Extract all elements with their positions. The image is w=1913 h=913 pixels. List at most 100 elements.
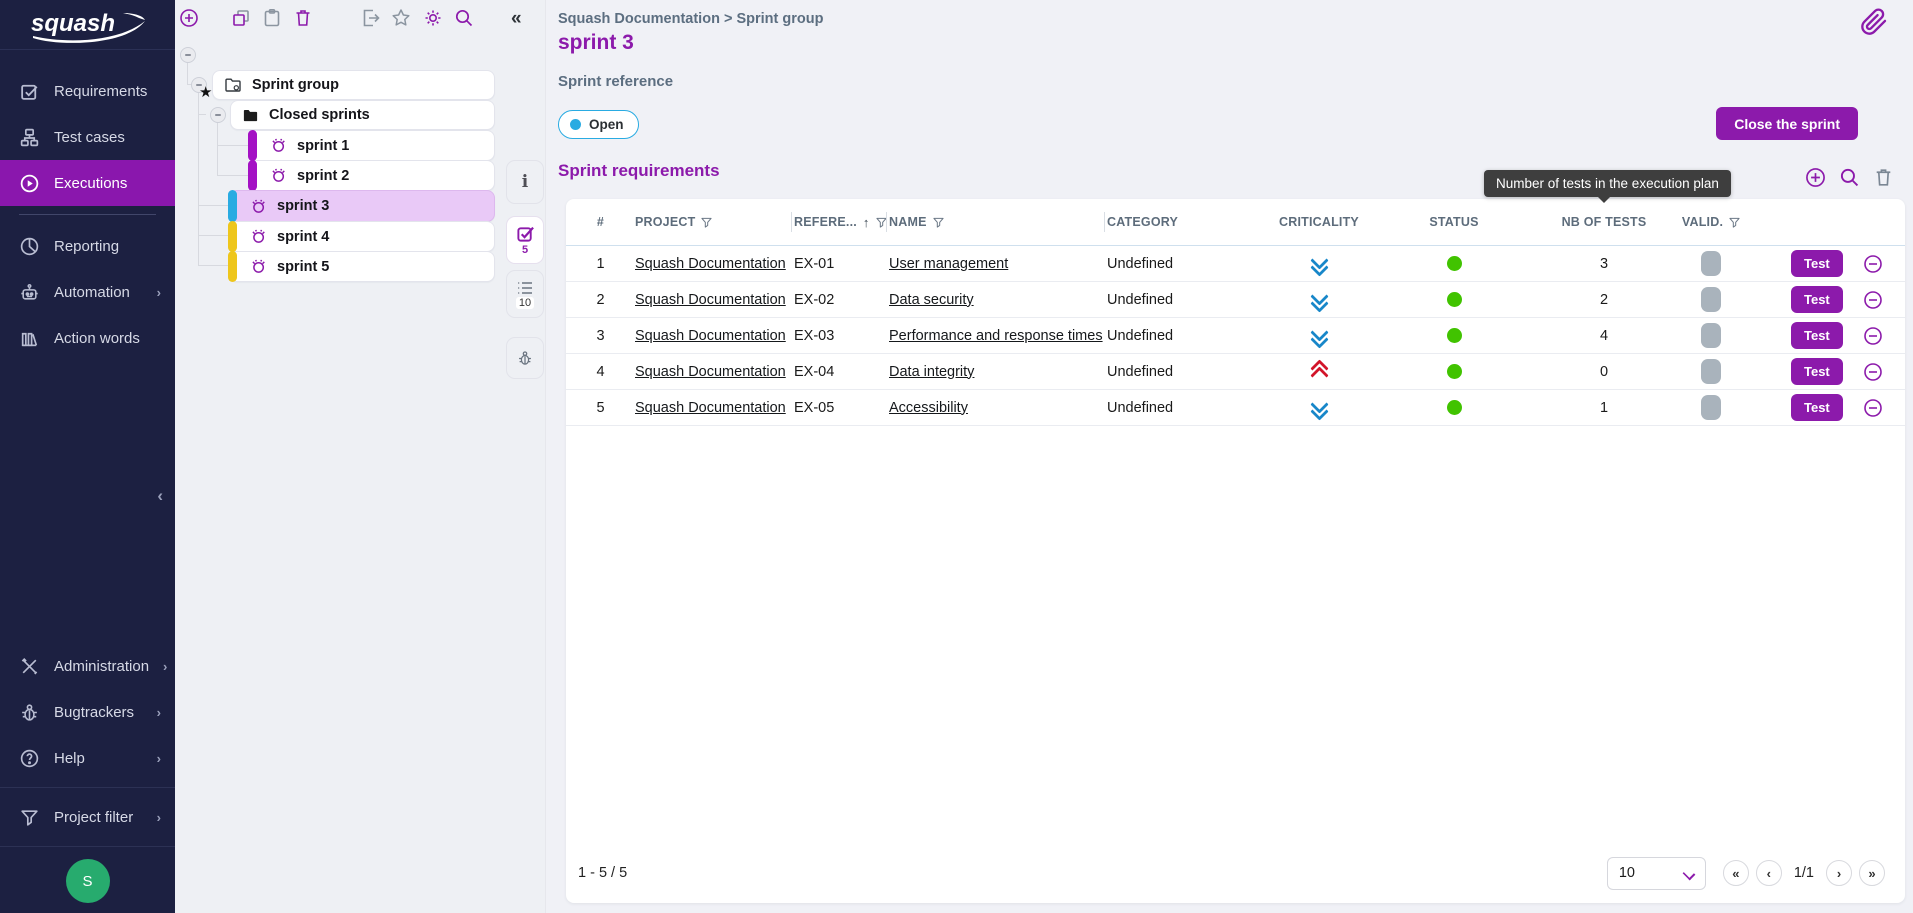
tab-attachments-list[interactable]: 10 (506, 270, 544, 318)
table-row[interactable]: 2 Squash Documentation EX-02 Data securi… (566, 282, 1905, 318)
table-row[interactable]: 4 Squash Documentation EX-04 Data integr… (566, 354, 1905, 390)
delete-icon[interactable] (1872, 166, 1895, 189)
requirement-link[interactable]: Data security (889, 292, 974, 308)
collapse-toggle[interactable] (180, 47, 196, 63)
sort-ascending-icon[interactable]: ↑ (863, 215, 870, 230)
tab-information[interactable]: i (506, 160, 544, 204)
sidebar-item-project-filter[interactable]: Project filter › (0, 794, 175, 840)
test-button[interactable]: Test (1791, 394, 1843, 421)
project-link[interactable]: Squash Documentation (635, 292, 786, 308)
remove-from-plan-icon[interactable] (1862, 253, 1884, 275)
import-export-icon[interactable] (360, 7, 382, 29)
remove-from-plan-icon[interactable] (1862, 397, 1884, 419)
tree-item-sprint-5[interactable]: sprint 5 (229, 251, 495, 282)
column-header-category[interactable]: CATEGORY (1107, 199, 1262, 245)
filter-funnel-icon[interactable] (933, 217, 944, 228)
requirement-link[interactable]: Performance and response times (889, 328, 1103, 344)
next-page-button[interactable]: › (1826, 860, 1852, 886)
project-link[interactable]: Squash Documentation (635, 256, 786, 272)
sidebar-item-action-words[interactable]: Action words (0, 315, 175, 361)
squash-logo[interactable]: squash (0, 0, 175, 50)
sidebar-item-label: Requirements (54, 83, 147, 100)
previous-page-button[interactable]: ‹ (1756, 860, 1782, 886)
status-dot (1447, 292, 1462, 307)
project-link[interactable]: Squash Documentation (635, 364, 786, 380)
sidebar-item-label: Automation (54, 284, 130, 301)
column-header-num[interactable]: # (566, 199, 635, 245)
tree-item-label: sprint 3 (277, 198, 329, 214)
last-page-button[interactable]: » (1859, 860, 1885, 886)
requirements-icon (19, 81, 40, 102)
collapse-panel-icon[interactable]: « (511, 8, 522, 30)
filter-funnel-icon[interactable] (1729, 217, 1740, 228)
sidebar-item-requirements[interactable]: Requirements (0, 68, 175, 114)
search-icon[interactable] (453, 7, 475, 29)
test-button[interactable]: Test (1791, 322, 1843, 349)
row-number: 2 (566, 282, 635, 317)
page-size-select[interactable]: 10 (1607, 857, 1706, 890)
table-row[interactable]: 3 Squash Documentation EX-03 Performance… (566, 318, 1905, 354)
tree-connector (217, 175, 248, 176)
new-item-icon[interactable] (178, 7, 200, 29)
settings-gear-icon[interactable] (422, 7, 444, 29)
favorite-star-icon[interactable] (390, 7, 412, 29)
tree-item-sprint-3[interactable]: sprint 3 (229, 190, 495, 222)
tree-item-sprint-1[interactable]: sprint 1 (249, 130, 495, 161)
folder-icon (242, 107, 259, 124)
column-header-valid[interactable]: VALID. (1676, 199, 1746, 245)
tree-item-closed-sprints[interactable]: Closed sprints (230, 100, 495, 130)
sidebar-item-label: Bugtrackers (54, 704, 134, 721)
project-link[interactable]: Squash Documentation (635, 328, 786, 344)
collapse-toggle[interactable] (210, 107, 226, 123)
column-header-reference[interactable]: REFERE... ↑ (794, 199, 889, 245)
tree-item-sprint-2[interactable]: sprint 2 (249, 160, 495, 191)
sidebar-item-reporting[interactable]: Reporting (0, 223, 175, 269)
tree-item-sprint-group[interactable]: Sprint group (212, 70, 495, 100)
copy-icon[interactable] (230, 7, 252, 29)
column-header-criticality[interactable]: CRITICALITY (1262, 199, 1376, 245)
sprint-reference-label: Sprint reference (558, 73, 673, 90)
sidebar-item-help[interactable]: Help › (0, 735, 175, 781)
checklist-icon (516, 224, 535, 243)
column-header-project[interactable]: PROJECT (635, 199, 794, 245)
sidebar-item-administration[interactable]: Administration › (0, 643, 175, 689)
requirement-link[interactable]: User management (889, 256, 1008, 272)
search-icon[interactable] (1838, 166, 1861, 189)
column-header-status[interactable]: STATUS (1376, 199, 1532, 245)
filter-funnel-icon[interactable] (701, 217, 712, 228)
tab-issues[interactable] (506, 337, 544, 379)
remove-from-plan-icon[interactable] (1862, 289, 1884, 311)
table-row[interactable]: 5 Squash Documentation EX-05 Accessibili… (566, 390, 1905, 426)
first-page-button[interactable]: « (1723, 860, 1749, 886)
test-cases-icon (19, 127, 40, 148)
add-requirement-icon[interactable] (1804, 166, 1827, 189)
tab-execution-plan[interactable]: 5 (506, 216, 544, 264)
tree-item-sprint-4[interactable]: sprint 4 (229, 221, 495, 252)
sprint-icon (270, 137, 287, 154)
reference-cell: EX-01 (794, 246, 889, 281)
attachments-paperclip-icon[interactable] (1860, 6, 1888, 38)
breadcrumb[interactable]: Squash Documentation > Sprint group (558, 11, 823, 27)
sidebar-item-executions[interactable]: Executions (0, 160, 175, 206)
paste-icon[interactable] (261, 7, 283, 29)
test-button[interactable]: Test (1791, 286, 1843, 313)
sidebar-item-automation[interactable]: Automation › (0, 269, 175, 315)
remove-from-plan-icon[interactable] (1862, 361, 1884, 383)
user-avatar[interactable]: S (66, 859, 110, 903)
sidebar-item-test-cases[interactable]: Test cases (0, 114, 175, 160)
close-sprint-button[interactable]: Close the sprint (1716, 107, 1858, 140)
requirement-link[interactable]: Data integrity (889, 364, 974, 380)
column-header-name[interactable]: NAME (889, 199, 1107, 245)
project-link[interactable]: Squash Documentation (635, 400, 786, 416)
remove-from-plan-icon[interactable] (1862, 325, 1884, 347)
requirement-link[interactable]: Accessibility (889, 400, 968, 416)
sidebar-collapse-icon[interactable]: ‹ (157, 486, 163, 506)
test-button[interactable]: Test (1791, 358, 1843, 385)
sprint-status-toggle[interactable]: Open (558, 110, 639, 139)
table-row[interactable]: 1 Squash Documentation EX-01 User manage… (566, 246, 1905, 282)
sidebar-item-bugtrackers[interactable]: Bugtrackers › (0, 689, 175, 735)
test-button[interactable]: Test (1791, 250, 1843, 277)
filter-funnel-icon[interactable] (876, 217, 887, 228)
delete-icon[interactable] (292, 7, 314, 29)
tree-item-label: Sprint group (252, 77, 339, 93)
